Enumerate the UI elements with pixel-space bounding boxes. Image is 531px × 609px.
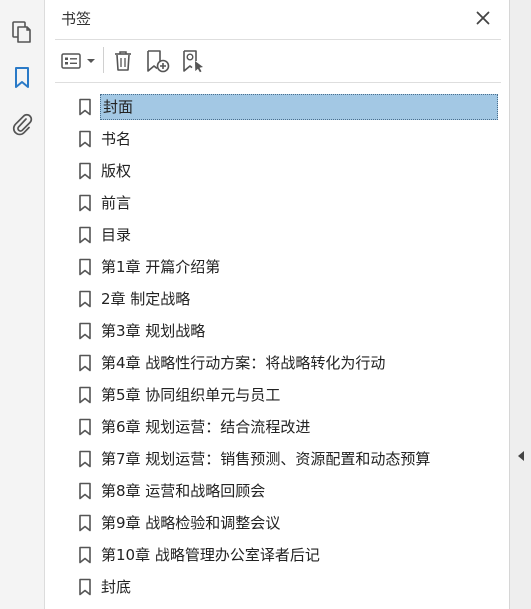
bookmark-item[interactable]: 第9章 战略检验和调整会议	[45, 507, 509, 539]
bookmark-item-icon	[79, 258, 91, 276]
options-menu-button[interactable]	[59, 47, 97, 75]
bookmarks-button[interactable]	[7, 63, 37, 93]
bookmark-item[interactable]: 目录	[45, 219, 509, 251]
bookmark-label: 第10章 战略管理办公室译者后记	[101, 546, 320, 564]
bookmark-label: 第6章 规划运营：结合流程改进	[101, 418, 311, 436]
bookmark-label: 第3章 规划战略	[101, 322, 206, 340]
divider	[55, 82, 501, 83]
divider	[55, 39, 501, 40]
pages-icon	[12, 21, 31, 43]
toolbar-divider	[103, 47, 104, 73]
bookmark-label: 第7章 规划运营：销售预测、资源配置和动态预算	[101, 450, 431, 468]
bookmark-item[interactable]: 第7章 规划运营：销售预测、资源配置和动态预算	[45, 443, 509, 475]
navigation-rail	[0, 0, 45, 609]
bookmark-item[interactable]: 第8章 运营和战略回顾会	[45, 475, 509, 507]
options-menu-icon	[61, 53, 95, 69]
close-icon	[476, 11, 490, 25]
pages-button[interactable]	[7, 17, 37, 47]
bookmark-item-icon	[79, 354, 91, 372]
bookmark-item[interactable]: 前言	[45, 187, 509, 219]
bookmark-item-icon	[79, 130, 91, 148]
bookmark-icon	[15, 67, 29, 88]
new-bookmark-icon	[147, 50, 170, 73]
bookmark-item-icon	[79, 162, 91, 180]
bookmark-item-icon	[79, 546, 91, 564]
bookmark-list: 封面书名版权前言目录第1章 开篇介绍第 2章 制定战略 第3章 规划战略第4章 战略…	[45, 91, 509, 603]
bookmark-item[interactable]: 第3章 规划战略	[45, 315, 509, 347]
bookmark-item[interactable]: 第6章 规划运营：结合流程改进	[45, 411, 509, 443]
bookmark-item[interactable]: 书名	[45, 123, 509, 155]
bookmark-label: 第5章 协同组织单元与员工	[101, 386, 281, 404]
bookmarks-pane: 书签 封面 书名 版权 前言 目录 第1章 开篇介绍第 2章 制定战略 第3章 …	[0, 0, 531, 609]
bookmark-item[interactable]: 封面	[45, 91, 509, 123]
bookmark-label: 第8章 运营和战略回顾会	[101, 482, 266, 500]
bookmark-label: 版权	[101, 162, 132, 180]
bookmark-label: 第9章 战略检验和调整会议	[101, 514, 281, 532]
bookmark-label: 书名	[101, 130, 132, 148]
bookmark-label: 2章 制定战略	[101, 290, 191, 308]
bookmark-item-icon	[79, 514, 91, 532]
panel-title: 书签	[61, 10, 92, 28]
bookmark-item-icon	[79, 322, 91, 340]
attachment-icon	[12, 113, 33, 136]
bookmark-item-icon	[79, 194, 91, 212]
bookmark-item[interactable]: 封底	[45, 571, 509, 603]
bookmark-item-icon	[79, 386, 91, 404]
collapse-arrow-icon[interactable]	[516, 449, 526, 463]
bookmark-item-icon	[79, 578, 91, 596]
bookmark-item[interactable]: 第5章 协同组织单元与员工	[45, 379, 509, 411]
panel-collapse-strip[interactable]	[509, 0, 531, 609]
bookmark-label: 前言	[101, 194, 132, 212]
delete-icon	[115, 51, 131, 71]
bookmark-item[interactable]: 第1章 开篇介绍第	[45, 251, 509, 283]
bookmark-item[interactable]: 第4章 战略性行动方案：将战略转化为行动	[45, 347, 509, 379]
bookmark-item[interactable]: 第10章 战略管理办公室译者后记	[45, 539, 509, 571]
bookmarks-panel: 书签 封面 书名 版权 前言 目录 第1章 开篇介绍第 2章 制定战略 第3章 …	[45, 0, 509, 609]
new-bookmark-button[interactable]	[145, 47, 171, 75]
bookmark-label: 封底	[101, 578, 132, 596]
close-button[interactable]	[473, 8, 493, 28]
panel-header: 书签	[45, 0, 509, 38]
bookmark-item[interactable]: 版权	[45, 155, 509, 187]
delete-bookmark-button[interactable]	[111, 47, 135, 75]
bookmark-item-icon	[79, 450, 91, 468]
bookmark-item-icon	[79, 418, 91, 436]
bookmark-from-selection-icon	[183, 50, 203, 73]
bookmark-item-icon	[79, 290, 91, 308]
bookmark-from-selection-button[interactable]	[181, 47, 207, 75]
bookmark-item-icon	[79, 482, 91, 500]
attachments-button[interactable]	[7, 109, 37, 139]
bookmark-label: 封面	[100, 94, 498, 120]
bookmark-item-icon	[79, 98, 91, 116]
bookmarks-toolbar	[45, 41, 509, 81]
bookmark-label: 目录	[101, 226, 132, 244]
bookmark-item-icon	[79, 226, 91, 244]
bookmark-item[interactable]: 2章 制定战略	[45, 283, 509, 315]
bookmark-label: 第4章 战略性行动方案：将战略转化为行动	[101, 354, 386, 372]
bookmark-label: 第1章 开篇介绍第	[101, 258, 221, 276]
